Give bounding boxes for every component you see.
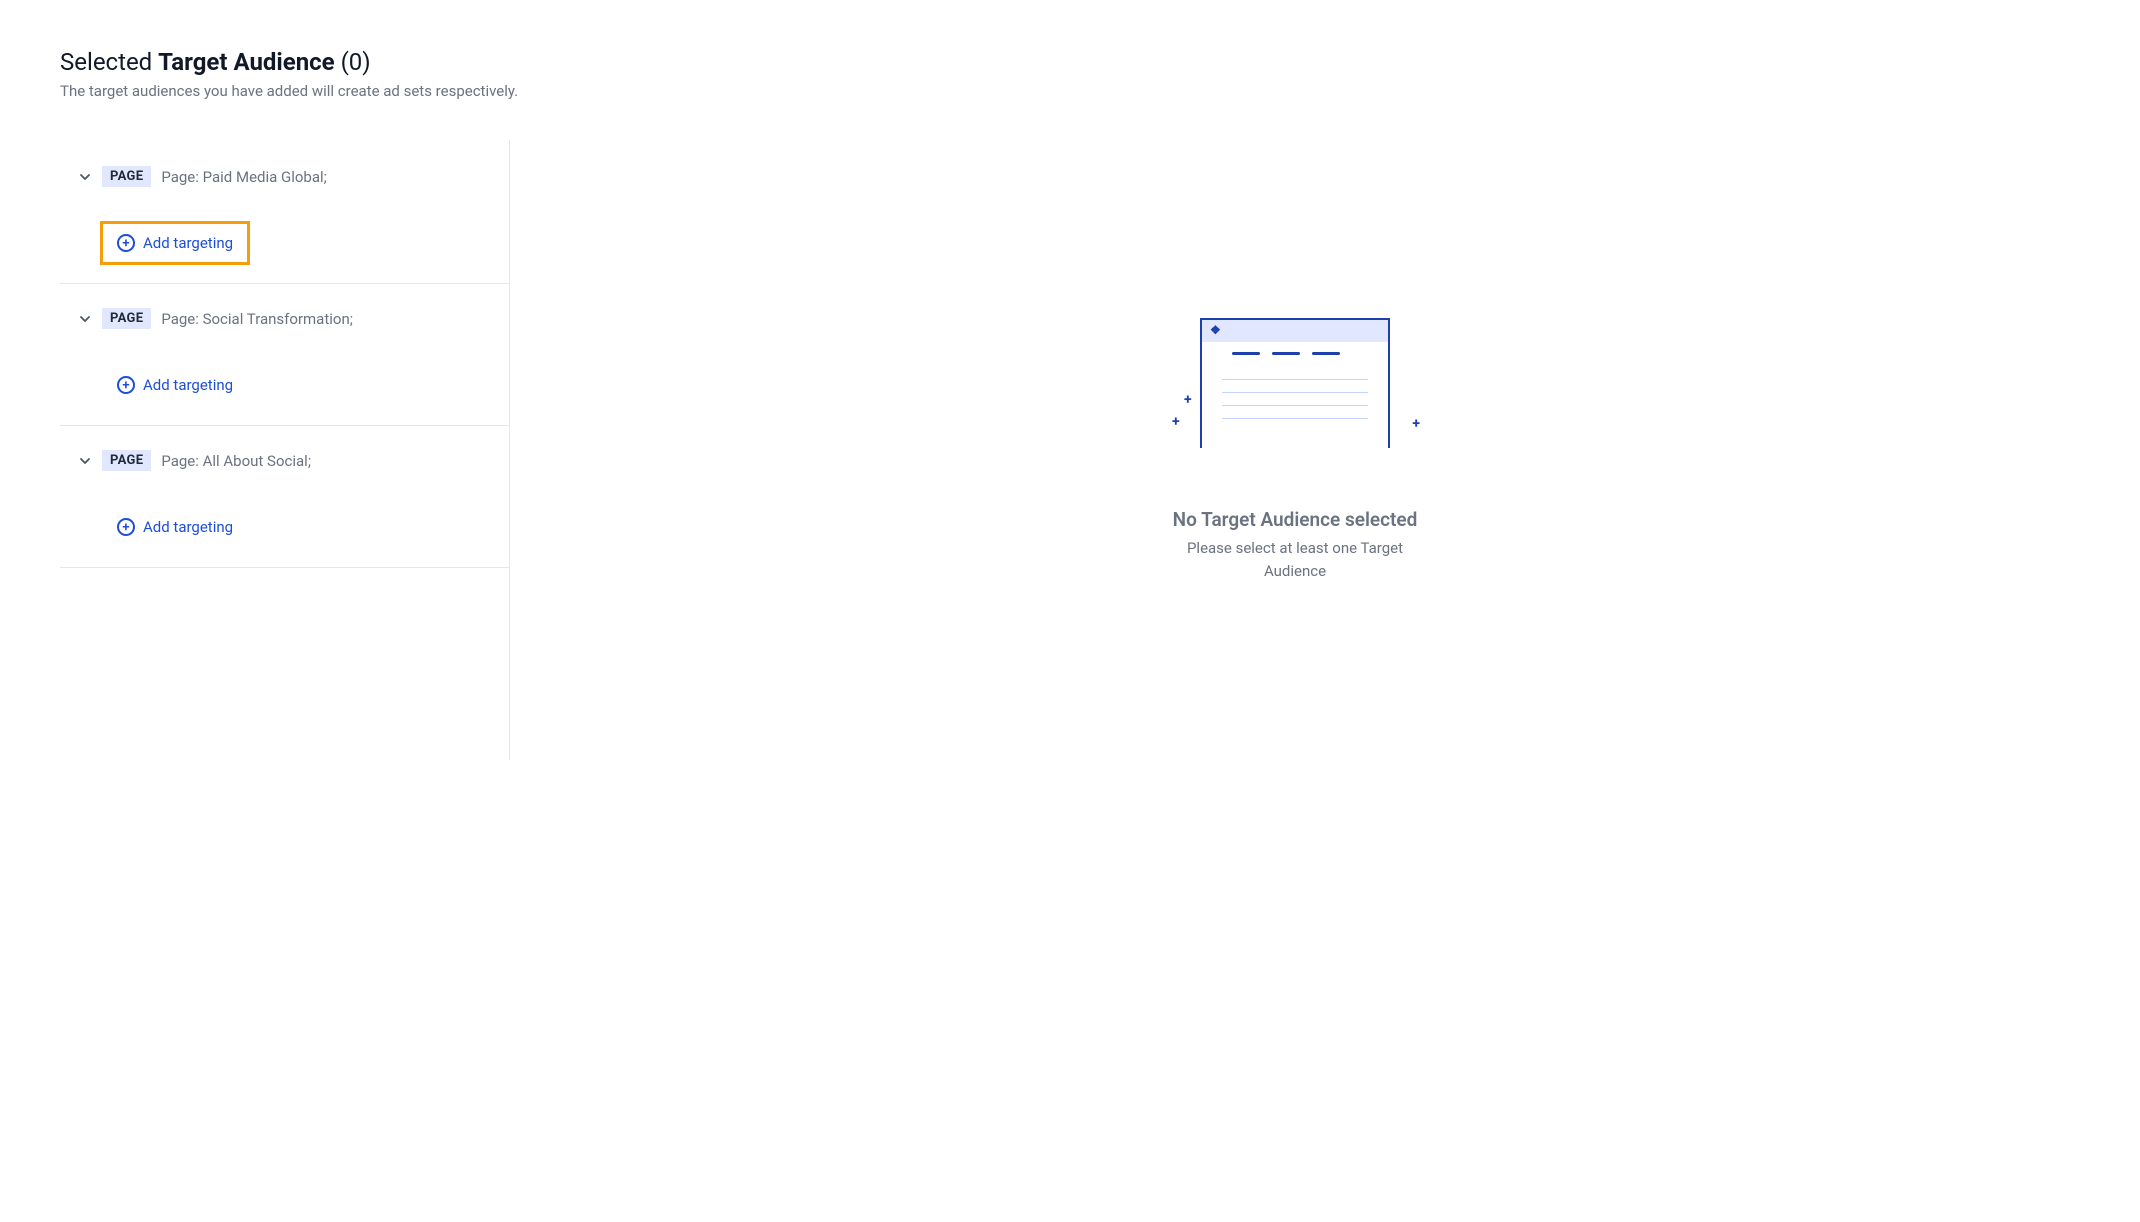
tab-line [1232, 352, 1260, 355]
page-label: Page: Social Transformation; [161, 310, 353, 328]
add-targeting-button[interactable]: Add targeting [100, 505, 250, 549]
add-targeting-row: Add targeting [100, 363, 509, 407]
page-badge: PAGE [102, 308, 151, 329]
page-row[interactable]: PAGE Page: Paid Media Global; [60, 160, 509, 193]
title-bold: Target Audience [158, 48, 334, 76]
empty-state-subtitle: Please select at least one Target Audien… [1165, 537, 1425, 582]
content-line [1222, 405, 1368, 406]
add-targeting-label: Add targeting [143, 234, 233, 252]
chevron-down-icon[interactable] [78, 170, 92, 184]
plus-icon: + [1412, 416, 1420, 432]
chevron-down-icon[interactable] [78, 454, 92, 468]
title-suffix: (0) [335, 48, 371, 76]
page-label: Page: All About Social; [161, 452, 311, 470]
page-badge: PAGE [102, 450, 151, 471]
tab-line [1272, 352, 1300, 355]
page-label: Page: Paid Media Global; [161, 168, 327, 186]
plus-circle-icon [117, 376, 135, 394]
tabs-row [1202, 342, 1388, 359]
page-group: PAGE Page: All About Social; Add targeti… [60, 444, 509, 568]
add-targeting-button[interactable]: Add targeting [100, 221, 250, 265]
plus-icon: + [1184, 392, 1192, 408]
tab-line [1312, 352, 1340, 355]
plus-circle-icon [117, 234, 135, 252]
content-line [1222, 392, 1368, 393]
page-row[interactable]: PAGE Page: Social Transformation; [60, 302, 509, 335]
empty-page-header: ❖ [1202, 320, 1388, 342]
page-subtitle: The target audiences you have added will… [60, 82, 2080, 100]
empty-state-title: No Target Audience selected [1173, 508, 1418, 531]
content-lines [1202, 359, 1388, 439]
title-prefix: Selected [60, 48, 158, 76]
content-area: PAGE Page: Paid Media Global; Add target… [60, 140, 2080, 760]
content-line [1222, 418, 1368, 419]
chevron-down-icon[interactable] [78, 312, 92, 326]
add-targeting-row: Add targeting [100, 221, 509, 265]
left-panel: PAGE Page: Paid Media Global; Add target… [60, 140, 510, 760]
add-targeting-label: Add targeting [143, 518, 233, 536]
add-targeting-button[interactable]: Add targeting [100, 363, 250, 407]
page-title: Selected Target Audience (0) [60, 48, 2080, 76]
empty-state-illustration: ❖ + + + [1200, 318, 1390, 448]
plus-circle-icon [117, 518, 135, 536]
add-targeting-row: Add targeting [100, 505, 509, 549]
page-group: PAGE Page: Paid Media Global; Add target… [60, 160, 509, 284]
add-targeting-label: Add targeting [143, 376, 233, 394]
content-line [1222, 379, 1368, 380]
page-group: PAGE Page: Social Transformation; Add ta… [60, 302, 509, 426]
page-header: Selected Target Audience (0) The target … [60, 48, 2080, 100]
page-row[interactable]: PAGE Page: All About Social; [60, 444, 509, 477]
empty-page-icon: ❖ [1200, 318, 1390, 448]
page-badge: PAGE [102, 166, 151, 187]
right-panel: ❖ + + + No Target Audience selected Plea [510, 140, 2080, 760]
leaf-icon: ❖ [1210, 323, 1221, 337]
plus-icon: + [1172, 414, 1180, 430]
